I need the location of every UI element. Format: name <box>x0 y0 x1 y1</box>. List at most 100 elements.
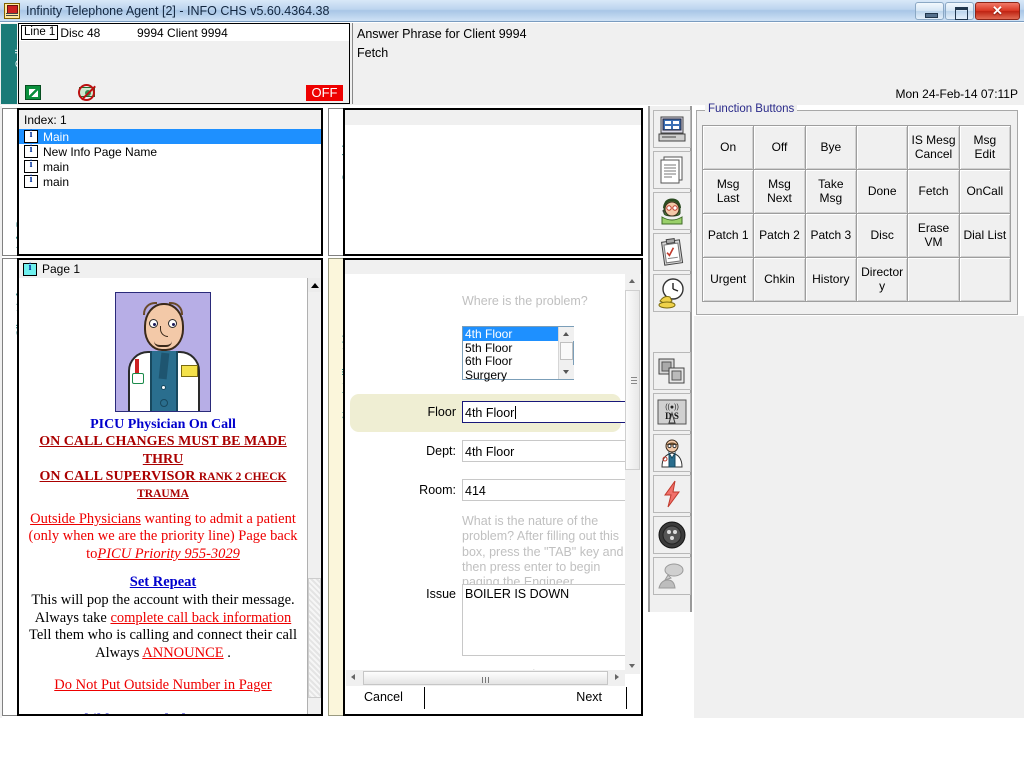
scrollbar-thumb[interactable] <box>625 290 640 470</box>
function-button-patch-3[interactable]: Patch 3 <box>804 213 857 258</box>
function-button-chkin[interactable]: Chkin <box>753 257 806 302</box>
function-button-patch-1[interactable]: Patch 1 <box>702 213 755 258</box>
info-page-icon <box>24 129 38 143</box>
listbox-option-surgery[interactable]: Surgery <box>463 368 558 382</box>
scroll-down-icon[interactable] <box>625 659 640 674</box>
envelope-icon[interactable] <box>25 85 41 100</box>
window-controls: ✕ <box>915 1 1024 20</box>
clipboard-icon[interactable] <box>653 233 691 271</box>
set-repeat-link[interactable]: Set Repeat <box>27 574 299 592</box>
function-button-take-msg[interactable]: Take Msg <box>804 169 857 214</box>
calls-tab[interactable]: Calls <box>1 24 26 104</box>
next-button[interactable]: Next <box>576 690 602 704</box>
function-button-erase-vm[interactable]: Erase VM <box>907 213 960 258</box>
function-button-empty-2[interactable] <box>907 257 960 302</box>
outside-physicians-link[interactable]: Outside Physicians <box>30 511 141 527</box>
function-button-msg-next[interactable]: Msg Next <box>753 169 806 214</box>
scrollbar-thumb[interactable] <box>363 671 608 685</box>
scroll-left-icon[interactable] <box>346 670 362 686</box>
function-buttons-group: Function Buttons On Off Bye IS Mesg Canc… <box>696 103 1018 315</box>
function-button-history[interactable]: History <box>804 257 857 302</box>
dark-disc-icon[interactable] <box>653 516 691 554</box>
minimize-button[interactable] <box>915 1 944 20</box>
issue-textarea[interactable]: BOILER IS DOWN <box>462 584 625 656</box>
doctor-icon[interactable] <box>653 434 691 472</box>
calls-area: Calls Line 1 Disc 48 9994 Client 9994 OF… <box>0 23 1024 105</box>
smoke-speech-icon[interactable] <box>653 557 691 595</box>
off-status-badge[interactable]: OFF <box>306 85 343 101</box>
info-page-item-main[interactable]: Main <box>19 129 321 144</box>
function-button-dial-list[interactable]: Dial List <box>958 213 1011 258</box>
scroll-up-icon[interactable] <box>308 278 321 292</box>
announce-link[interactable]: ANNOUNCE <box>142 645 223 661</box>
function-button-patch-2[interactable]: Patch 2 <box>753 213 806 258</box>
complete-callback-link[interactable]: complete call back information <box>110 610 291 626</box>
floor-input[interactable]: 4th Floor <box>462 401 625 423</box>
picu-heading: PICU Physician On Call <box>90 417 236 432</box>
function-button-on[interactable]: On <box>702 125 755 170</box>
client-info-content: PICU Physician On Call ON CALL CHANGES M… <box>19 278 307 714</box>
info-page-item-main-3[interactable]: main <box>19 174 321 189</box>
scroll-right-icon[interactable] <box>609 670 625 686</box>
location-listbox[interactable]: 4th Floor 5th Floor 6th Floor Surgery <box>462 326 574 382</box>
function-button-directory[interactable]: Director y <box>855 257 909 302</box>
function-button-disc[interactable]: Disc <box>855 213 909 258</box>
new-intelligent-message-tab[interactable]: New Intelligent Message <box>328 258 353 716</box>
dept-input[interactable]: 4th Floor <box>462 440 625 462</box>
set-repeat-paragraph: This will pop the account with their mes… <box>27 592 299 663</box>
das-radio-tower-icon[interactable]: ((●)) D S <box>653 393 691 431</box>
scroll-up-icon[interactable] <box>625 274 640 289</box>
function-button-empty-3[interactable] <box>958 257 1011 302</box>
scrollbar-thumb[interactable] <box>308 578 321 698</box>
nim-vertical-scrollbar[interactable] <box>625 274 640 674</box>
field-row-dept: Dept: 4th Floor <box>346 440 625 464</box>
nim-horizontal-scrollbar[interactable] <box>346 670 625 686</box>
no-money-icon[interactable] <box>77 83 97 101</box>
client-info-scrollbar[interactable] <box>307 278 321 714</box>
operator-headset-icon[interactable] <box>653 192 691 230</box>
specials-tab[interactable]: Specials <box>328 108 353 256</box>
info-page-item-new[interactable]: New Info Page Name <box>19 144 321 159</box>
scrollbar-thumb[interactable] <box>560 342 573 360</box>
function-button-urgent[interactable]: Urgent <box>702 257 755 302</box>
function-button-msg-edit[interactable]: Msg Edit <box>958 125 1011 170</box>
floor-input-value: 4th Floor <box>465 406 515 420</box>
lightning-bolt-icon[interactable] <box>653 475 691 513</box>
client-info-tab[interactable]: Client Info <box>2 258 27 716</box>
close-button[interactable]: ✕ <box>975 1 1020 20</box>
scroll-down-icon[interactable] <box>559 365 574 379</box>
documents-icon[interactable] <box>653 151 691 189</box>
client-info-header: Page 1 <box>19 260 321 278</box>
divider <box>424 687 425 709</box>
listbox-scrollbar[interactable] <box>558 327 574 379</box>
info-pages-tab[interactable]: Info Pages <box>2 108 27 256</box>
function-button-bye[interactable]: Bye <box>804 125 857 170</box>
scroll-up-icon[interactable] <box>559 327 574 341</box>
prompt-nature-of-problem: What is the nature of the problem? After… <box>462 514 624 589</box>
info-page-item-main-2[interactable]: main <box>19 159 321 174</box>
call-row[interactable]: Line 1 Disc 48 9994 Client 9994 <box>19 24 349 41</box>
listbox-option-5th-floor[interactable]: 5th Floor <box>463 341 558 355</box>
listbox-option-6th-floor[interactable]: 6th Floor <box>463 354 558 368</box>
function-button-fetch[interactable]: Fetch <box>907 169 960 214</box>
outside-physicians-paragraph: Outside Physicians wanting to admit a pa… <box>27 511 299 564</box>
specials-panel <box>343 108 643 256</box>
info-page-label: main <box>43 174 70 189</box>
function-button-is-mesg-cancel[interactable]: IS Mesg Cancel <box>907 125 960 170</box>
computer-icon[interactable] <box>653 110 691 148</box>
function-buttons-grid: On Off Bye IS Mesg Cancel Msg Edit Msg L… <box>702 125 1011 302</box>
restore-button[interactable] <box>945 1 974 20</box>
function-button-empty-1[interactable] <box>855 125 909 170</box>
function-button-msg-last[interactable]: Msg Last <box>702 169 755 214</box>
function-button-oncall[interactable]: OnCall <box>958 169 1011 214</box>
function-button-off[interactable]: Off <box>753 125 806 170</box>
calls-list-panel: Line 1 Disc 48 9994 Client 9994 OFF <box>18 23 350 104</box>
info-page-icon <box>24 144 38 158</box>
function-button-done[interactable]: Done <box>855 169 909 214</box>
clock-phone-icon[interactable] <box>653 274 691 312</box>
right-blank-area <box>694 316 1024 718</box>
listbox-option-4th-floor[interactable]: 4th Floor <box>463 327 558 341</box>
cancel-button[interactable]: Cancel <box>364 690 403 704</box>
copy-pages-icon[interactable] <box>653 352 691 390</box>
room-input[interactable]: 414 <box>462 479 625 501</box>
